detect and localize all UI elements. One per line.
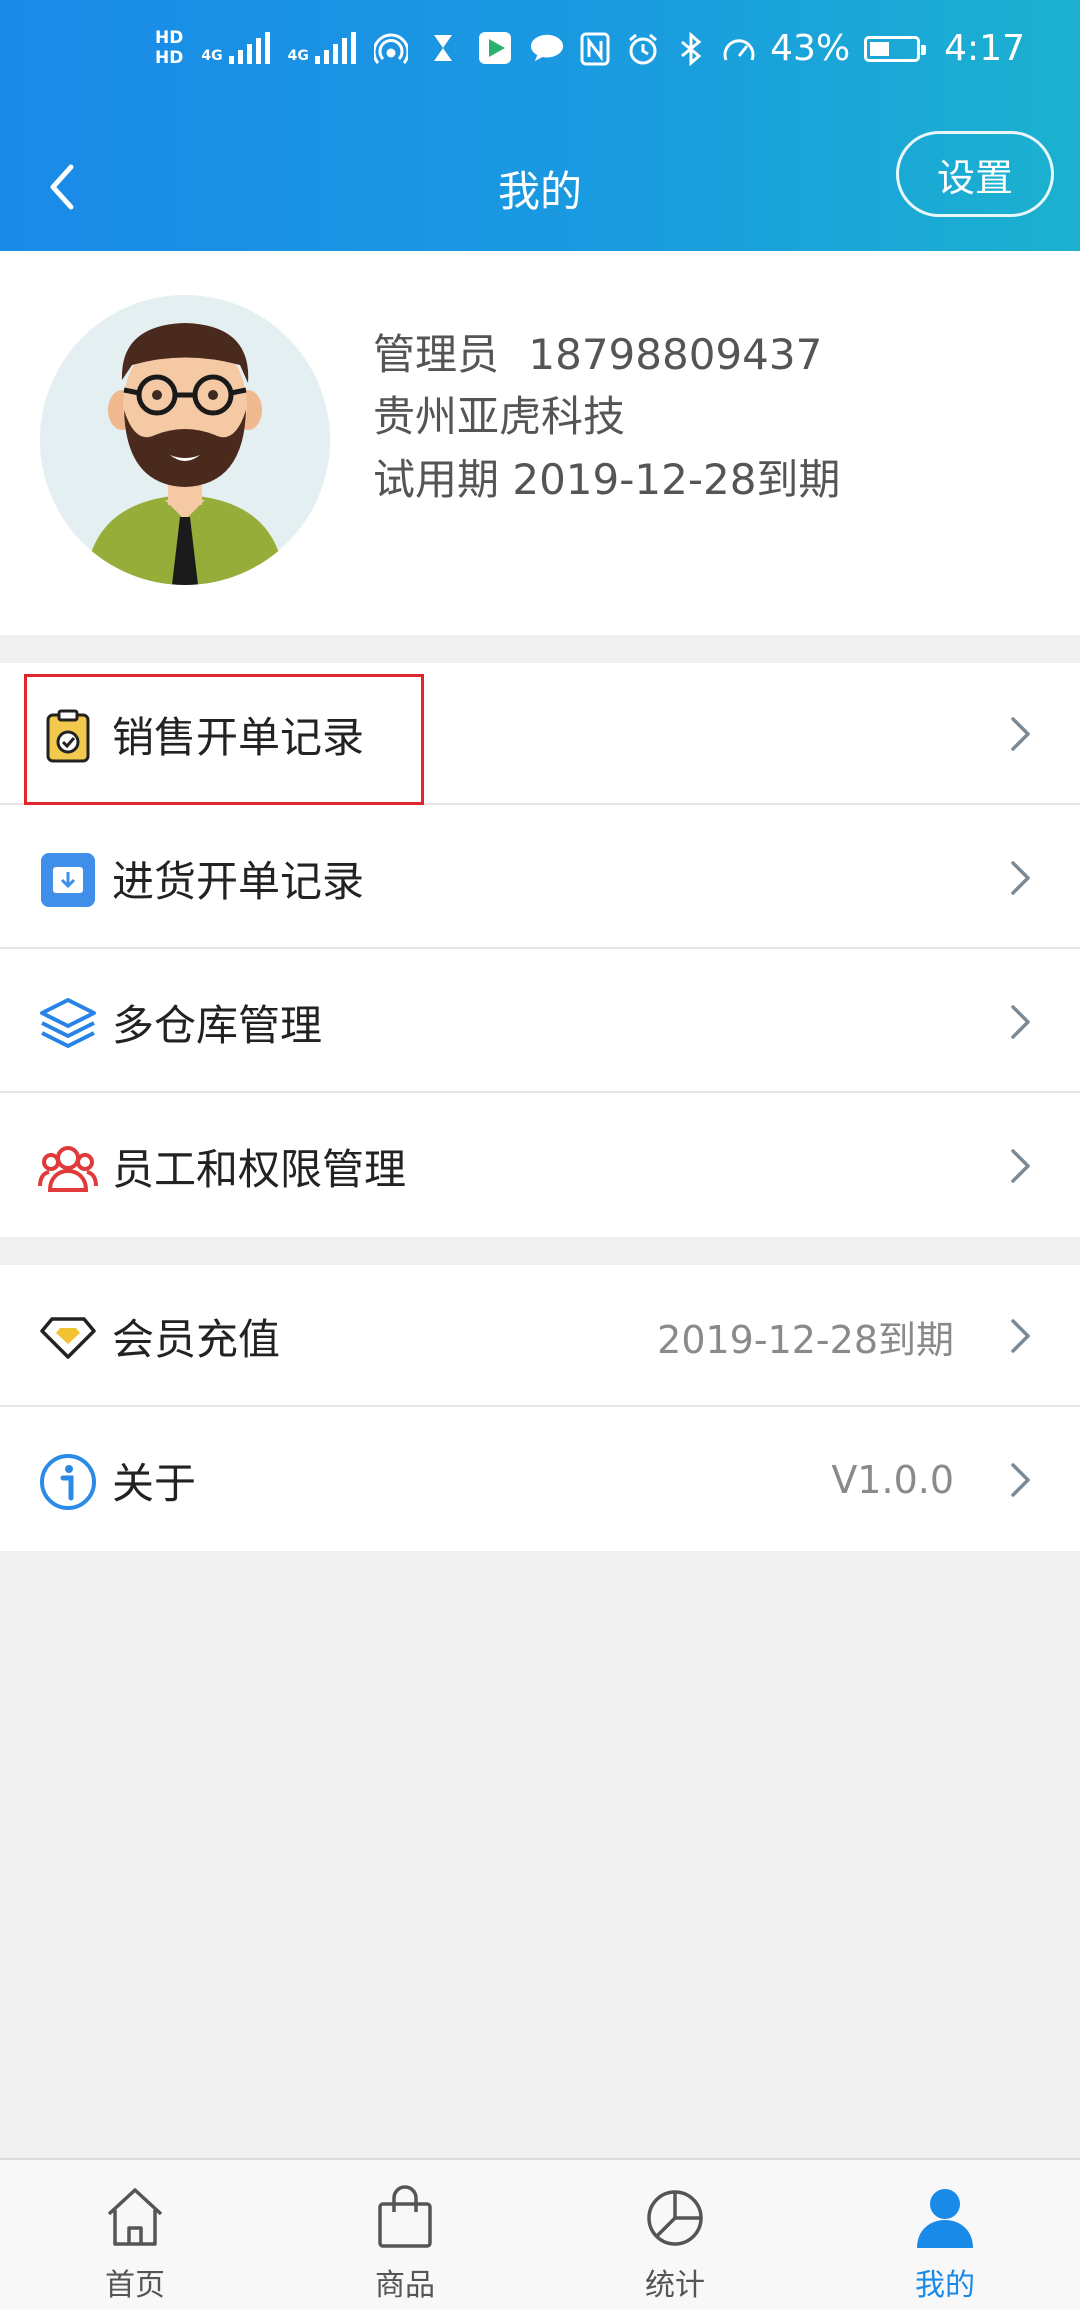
menu-item-label: 进货开单记录 <box>112 856 365 906</box>
user-icon <box>917 2189 973 2248</box>
avatar[interactable] <box>40 295 330 585</box>
divider <box>0 1091 1080 1093</box>
nav-bar: 我的 设置 <box>0 125 1080 251</box>
tab-products[interactable]: 商品 <box>270 2160 540 2310</box>
chevron-right-icon <box>1011 1463 1030 1497</box>
home-icon <box>107 2188 163 2246</box>
speed-icon <box>722 32 756 66</box>
chat-icon <box>530 31 564 65</box>
app-header: HD HD 4G 4G 43% 4:17 我的 设置 <box>0 0 1080 251</box>
membership-expiry: 2019-12-28到期 <box>657 1317 954 1362</box>
tab-label: 商品 <box>375 2268 435 2303</box>
chevron-right-icon <box>1011 861 1030 895</box>
battery-percent: 43% <box>770 28 851 69</box>
profile-card: 管理员 18798809437 贵州亚虎科技 试用期 2019-12-28到期 <box>0 251 1080 635</box>
shopping-bag-icon <box>378 2185 432 2248</box>
layers-icon <box>38 994 98 1054</box>
users-icon <box>38 1138 98 1198</box>
menu-group-account: 会员充值 2019-12-28到期 关于 V1.0.0 <box>0 1265 1080 1551</box>
divider <box>0 947 1080 949</box>
menu-item-label: 会员充值 <box>112 1314 281 1364</box>
hd-indicator: HD HD <box>155 28 184 68</box>
nfc-icon <box>578 32 612 66</box>
alarm-icon <box>626 32 660 66</box>
battery-icon <box>864 35 927 62</box>
status-bar: HD HD 4G 4G 43% 4:17 <box>0 0 1080 125</box>
tab-label: 首页 <box>105 2268 165 2303</box>
info-icon <box>38 1452 98 1512</box>
menu-item-staff-permissions[interactable]: 员工和权限管理 <box>0 1095 1080 1237</box>
menu-item-label: 员工和权限管理 <box>112 1144 407 1194</box>
chevron-right-icon <box>1011 717 1030 751</box>
pie-chart-icon <box>647 2190 703 2246</box>
tab-label: 统计 <box>645 2268 705 2303</box>
menu-item-about[interactable]: 关于 V1.0.0 <box>0 1409 1080 1551</box>
profile-role: 管理员 <box>373 330 500 379</box>
signal-icon: 4G <box>201 32 270 64</box>
tab-home[interactable]: 首页 <box>0 2160 270 2310</box>
menu-item-purchase-records[interactable]: 进货开单记录 <box>0 807 1080 949</box>
menu-item-warehouse-management[interactable]: 多仓库管理 <box>0 951 1080 1093</box>
divider <box>0 1405 1080 1407</box>
menu-item-label: 多仓库管理 <box>112 1000 323 1050</box>
highlight-box <box>24 674 424 805</box>
diamond-icon <box>38 1308 98 1368</box>
chevron-right-icon <box>1011 1005 1030 1039</box>
inbox-download-icon <box>38 850 98 910</box>
tab-statistics[interactable]: 统计 <box>540 2160 810 2310</box>
profile-phone: 18798809437 <box>528 330 823 379</box>
profile-company: 贵州亚虎科技 <box>373 392 626 441</box>
tab-label: 我的 <box>915 2268 975 2303</box>
chevron-right-icon <box>1011 1149 1030 1183</box>
profile-account: 管理员 18798809437 <box>373 321 822 382</box>
clock: 4:17 <box>944 28 1025 69</box>
hotspot-icon <box>373 31 408 65</box>
signal-icon: 4G <box>288 32 356 64</box>
bluetooth-icon <box>674 31 708 66</box>
bottom-tab-bar: 首页 商品 统计 我的 <box>0 2158 1080 2310</box>
menu-item-membership-recharge[interactable]: 会员充值 2019-12-28到期 <box>0 1265 1080 1407</box>
settings-button[interactable]: 设置 <box>896 131 1054 217</box>
profile-trial: 试用期 2019-12-28到期 <box>373 455 841 504</box>
chevron-right-icon <box>1011 1319 1030 1353</box>
video-app-icon <box>478 31 512 65</box>
app-version: V1.0.0 <box>831 1458 954 1502</box>
hourglass-icon <box>426 31 460 65</box>
tab-me[interactable]: 我的 <box>810 2160 1080 2310</box>
menu-item-label: 关于 <box>112 1458 197 1508</box>
